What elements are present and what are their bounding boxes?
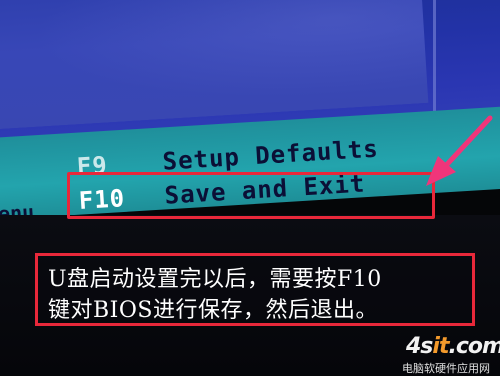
watermark-logo-tail: .com	[448, 334, 500, 359]
f10-highlight-box	[67, 172, 435, 219]
pointer-arrow-icon	[426, 115, 493, 186]
annotation-line-2: 键对BIOS进行保存，然后退出。	[48, 298, 378, 323]
watermark-logo-accent: it	[432, 334, 449, 359]
site-watermark: 4sit.com 电脑软硬件应用网	[402, 334, 500, 375]
watermark-logo: 4sit.com	[406, 334, 500, 359]
bios-panel-divider	[433, 0, 436, 125]
watermark-logo-main: 4s	[406, 334, 433, 359]
instruction-annotation: U盘启动设置完以后，需要按F10 键对BIOS进行保存，然后退出。	[35, 253, 475, 326]
annotation-line-1: U盘启动设置完以后，需要按F10	[48, 267, 382, 292]
watermark-subtitle: 电脑软硬件应用网	[402, 362, 490, 375]
